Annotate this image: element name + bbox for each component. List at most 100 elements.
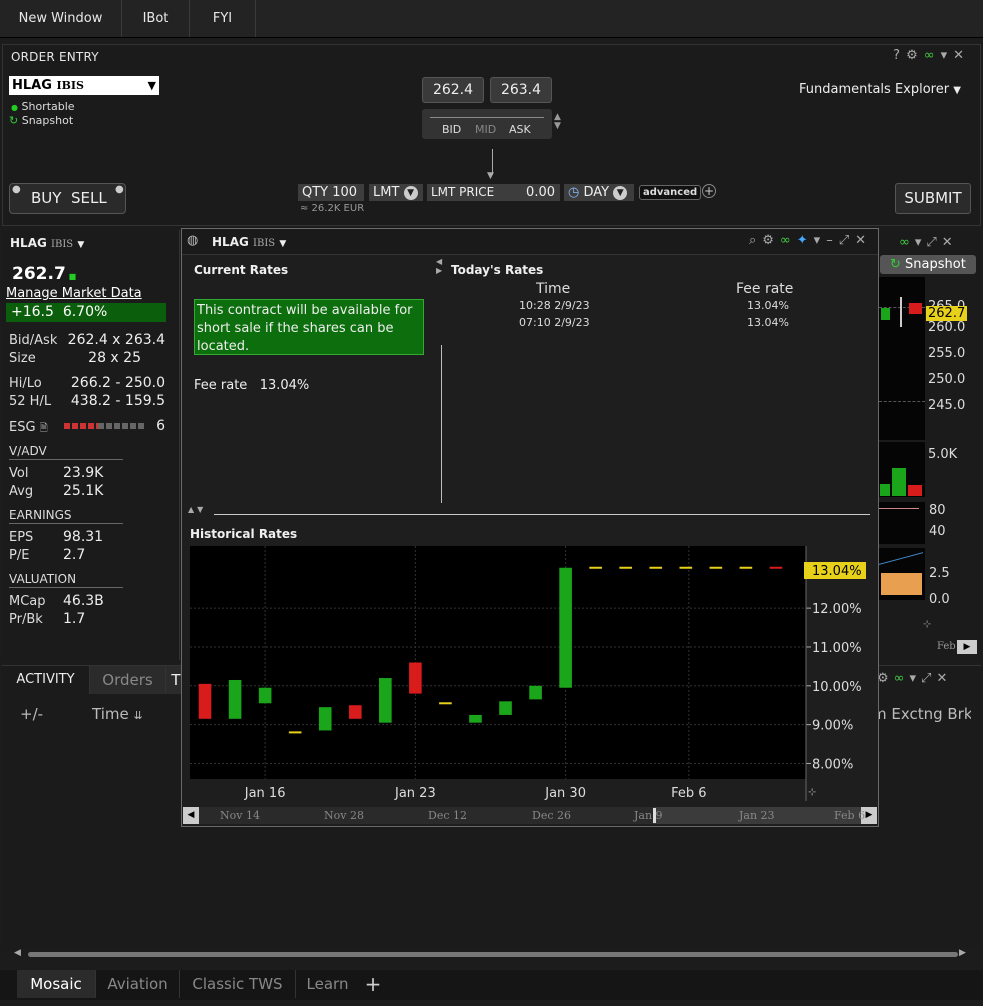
chevron-down-icon: ▼: [147, 79, 156, 92]
bottom-tab-bar: Mosaic Aviation Classic TWS Learn +: [0, 970, 983, 1000]
tick-label: 5.0K: [928, 447, 958, 462]
nav-date-label: Jan 23: [739, 809, 775, 822]
close-icon[interactable]: ✕: [855, 233, 872, 248]
collapse-toggle[interactable]: ◀ ▶: [436, 257, 442, 275]
chevron-down-icon: ▼: [953, 85, 961, 96]
ibot-button[interactable]: IBot: [122, 0, 190, 37]
historical-rates-chart[interactable]: 8.00% 9.00% 10.00% 11.00% 12.00% Jan 16 Jan 2…: [190, 546, 878, 804]
advanced-button[interactable]: advanced: [639, 185, 702, 200]
radio-icon: ●: [115, 184, 124, 195]
candle-green: [559, 567, 572, 688]
ask-label[interactable]: ASK: [509, 123, 531, 136]
buy-sell-toggle[interactable]: ● BUY SELL ●: [9, 183, 126, 214]
popup-symbol[interactable]: HLAG IBIS ▼: [212, 235, 286, 249]
chart-navigator[interactable]: ◀ ▶ Nov 14 Nov 28 Dec 12 Dec 26 Jan 9 Jan 23 F…: [183, 807, 877, 824]
y-tick-label: 11.00%: [812, 641, 862, 656]
splitter-line[interactable]: [214, 514, 870, 515]
symbol-selector[interactable]: HLAG IBIS ▼: [9, 76, 159, 95]
tab-aviation[interactable]: Aviation: [95, 970, 179, 998]
scroll-right-button[interactable]: ▶: [957, 640, 977, 654]
expand-icon[interactable]: ⤢: [839, 233, 855, 248]
esg-value: 6: [156, 418, 165, 434]
activity-controls: ⚙∞▾⤢✕: [877, 671, 952, 686]
plus-icon[interactable]: +: [702, 184, 716, 198]
fee-rate-line: Fee rate 13.04%: [194, 378, 309, 393]
link-icon[interactable]: ∞: [780, 233, 797, 248]
valuation-section: VALUATION: [9, 572, 123, 588]
order-type-select[interactable]: LMT ▼: [369, 184, 423, 201]
expand-icon[interactable]: ⤢: [926, 235, 941, 250]
scrollbar-thumb[interactable]: [28, 952, 958, 957]
gear-icon[interactable]: ⚙: [877, 671, 894, 686]
tif-select[interactable]: ◷ DAY ▼: [564, 184, 634, 201]
tick-label: 245.0: [928, 398, 966, 413]
tab-learn[interactable]: Learn: [295, 970, 359, 998]
lmt-price-field[interactable]: LMT PRICE 0.00: [427, 184, 560, 201]
link-icon[interactable]: ∞: [894, 671, 910, 686]
submit-button[interactable]: SUBMIT: [895, 183, 971, 214]
manage-market-data-link[interactable]: Manage Market Data: [6, 286, 142, 301]
minimize-icon[interactable]: –: [826, 233, 839, 248]
gear-icon[interactable]: ⚙: [906, 48, 924, 63]
volume-bar: [880, 484, 890, 496]
close-icon[interactable]: ✕: [942, 235, 958, 250]
fundamentals-explorer-link[interactable]: Fundamentals Explorer ▼: [799, 82, 961, 97]
qty-note: ≈ 26.2K EUR: [300, 203, 365, 214]
buy-button[interactable]: BUY: [31, 184, 61, 213]
bid-price-button[interactable]: 262.4: [422, 77, 484, 103]
crosshair-icon: ⊹: [923, 619, 932, 630]
chevron-down-icon[interactable]: ▾: [814, 233, 827, 248]
x-tick-label: Feb 6: [671, 786, 706, 801]
chevron-down-icon[interactable]: ▾: [915, 235, 927, 250]
scroll-right-icon[interactable]: ▶: [959, 948, 966, 958]
qty-field[interactable]: QTY 100: [298, 184, 364, 201]
price-selector[interactable]: BID MID ASK: [422, 109, 552, 139]
last-price-marker: 262.7: [926, 306, 968, 321]
tab-activity[interactable]: ACTIVITY: [2, 666, 90, 694]
tab-mosaic[interactable]: Mosaic: [17, 970, 95, 998]
expand-icon[interactable]: ⤢: [921, 671, 936, 686]
link-icon[interactable]: ∞: [924, 48, 941, 63]
exchange-column-header[interactable]: m Exctng Brk: [872, 705, 971, 723]
arrow-down-icon: ▼: [487, 171, 494, 181]
plus-minus-column[interactable]: +/-: [20, 705, 43, 723]
snapshot-link[interactable]: ↻ Snapshot: [9, 114, 73, 127]
time-column-header[interactable]: Time ⇊: [92, 705, 143, 723]
tick-label: 40: [929, 524, 946, 539]
chevron-down-icon[interactable]: ▾: [910, 671, 922, 686]
nav-date-label: Feb 6: [834, 809, 866, 822]
tab-classic-tws[interactable]: Classic TWS: [179, 970, 295, 998]
clock-icon: ◷: [568, 185, 580, 200]
help-icon[interactable]: ?: [893, 48, 906, 63]
link-icon[interactable]: ∞: [899, 235, 915, 250]
mid-label[interactable]: MID: [475, 123, 496, 136]
close-icon[interactable]: ✕: [936, 671, 952, 686]
horizontal-scrollbar[interactable]: ◀ ▶: [14, 948, 969, 959]
pin-icon[interactable]: ✦: [797, 233, 814, 248]
ask-price-button[interactable]: 263.4: [490, 77, 552, 103]
change-badge: +16.5 6.70%: [6, 303, 166, 322]
current-rate-marker: 13.04%: [812, 564, 862, 579]
snapshot-button[interactable]: ↻ Snapshot: [880, 255, 976, 274]
price-stepper[interactable]: ▲ ▼: [554, 113, 561, 131]
last-price-value: 262.7: [12, 264, 66, 284]
scroll-left-icon[interactable]: ◀: [14, 948, 21, 958]
fyi-button[interactable]: FYI: [190, 0, 256, 37]
gear-icon[interactable]: ⚙: [762, 233, 780, 248]
tab-orders[interactable]: Orders: [90, 666, 166, 694]
document-icon[interactable]: 🗎: [40, 423, 48, 434]
new-window-button[interactable]: New Window: [0, 0, 122, 37]
add-tab-button[interactable]: +: [359, 970, 387, 998]
nav-left-button[interactable]: ◀: [183, 807, 199, 824]
splitter-toggle[interactable]: ▲▼: [188, 505, 206, 514]
quote-symbol[interactable]: HLAG IBIS ▼: [10, 236, 84, 250]
sell-button[interactable]: SELL: [71, 184, 107, 213]
bid-label[interactable]: BID: [442, 123, 461, 136]
bidask-label: Bid/Ask: [9, 333, 58, 348]
y-tick-label: 12.00%: [812, 602, 862, 617]
lmt-price-label: LMT PRICE: [431, 185, 495, 199]
chat-icon[interactable]: ⌕: [749, 233, 762, 248]
close-icon[interactable]: ✕: [953, 48, 970, 63]
chevron-down-icon[interactable]: ▾: [941, 48, 954, 63]
mcap-label: MCap: [9, 594, 46, 609]
